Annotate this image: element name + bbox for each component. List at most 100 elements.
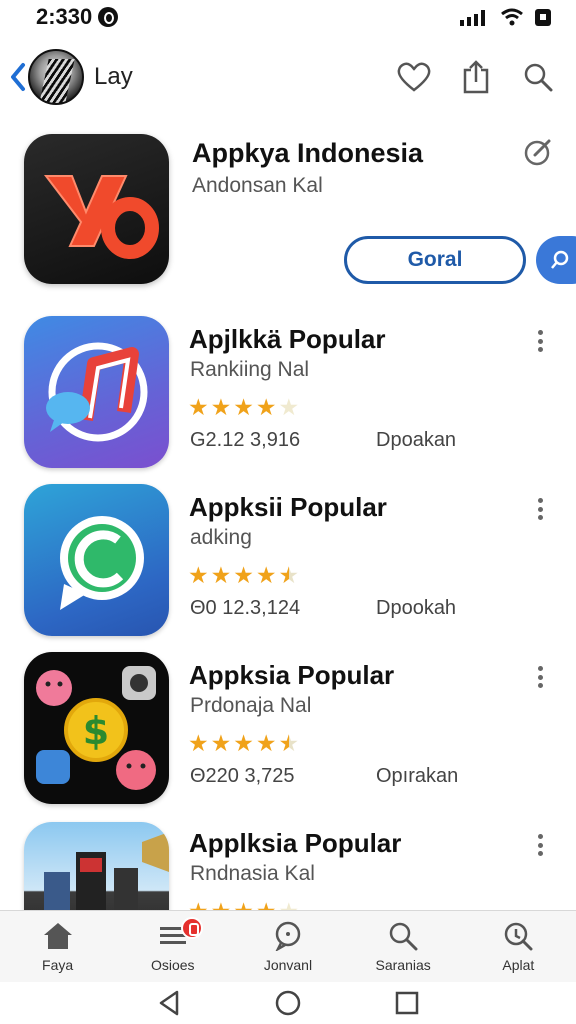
nav-item-zoom[interactable]: Aplat <box>468 921 568 973</box>
app-icon[interactable] <box>24 484 169 636</box>
search-icon <box>524 63 553 92</box>
star-icon: ★ <box>210 730 232 756</box>
app-title: Appksii Popular <box>189 492 387 522</box>
get-button[interactable]: Goral <box>344 236 526 284</box>
search-button[interactable] <box>520 59 556 95</box>
nav-label: Aplat <box>502 957 535 973</box>
star-icon: ★ <box>255 730 277 756</box>
bottom-nav: Faya Osioes Jonvanl Saranias Aplat <box>0 910 576 982</box>
app-action-label[interactable]: Dpookah <box>376 597 456 620</box>
app-icon[interactable]: $ <box>24 652 169 804</box>
star-icon: ★ <box>188 394 209 420</box>
home-icon <box>43 923 72 949</box>
star-icon: ★ <box>211 900 232 911</box>
star-icon: ★ <box>233 394 254 420</box>
search-pill-button[interactable] <box>536 236 576 284</box>
app-subtitle: Rankiing Nal <box>190 358 310 381</box>
wifi-icon <box>501 8 523 26</box>
list-item[interactable]: Applksia Popular Rndnasia Kal ★★★★★ <box>0 820 576 910</box>
star-icon: ★ <box>255 562 277 588</box>
app-subtitle: adking <box>190 526 252 549</box>
app-icon[interactable] <box>24 316 169 468</box>
search-icon <box>389 922 418 951</box>
star-icon: ★ <box>233 562 254 588</box>
star-icon: ★ <box>255 394 277 420</box>
edit-button[interactable] <box>522 136 554 168</box>
nav-label: Faya <box>42 957 74 973</box>
triangle-back-icon <box>160 990 179 1016</box>
app-action-label[interactable]: Opırakan <box>376 765 458 788</box>
nav-label: Osioes <box>150 957 195 973</box>
app-action-label[interactable]: Dpoakan <box>376 429 456 452</box>
nav-label: Jonvanl <box>263 957 313 973</box>
compass-icon <box>524 139 551 166</box>
app-title: Apjlkkä Popular <box>189 324 386 354</box>
favorite-button[interactable] <box>396 59 432 95</box>
list-item[interactable]: Apjlkkä Popular Rankiing Nal ★ ★ ★ ★ ★ G2.12… <box>0 316 576 476</box>
star-icon: ★ <box>256 900 277 911</box>
notification-badge <box>180 917 203 939</box>
star-icon: ★ <box>188 730 209 756</box>
top-bar: Lay <box>0 42 576 112</box>
nav-item-list[interactable]: Osioes <box>123 917 223 973</box>
back-button[interactable] <box>10 57 28 97</box>
emoji-money-icon: $ <box>36 666 156 790</box>
star-rating: ★★★★★ <box>188 900 300 911</box>
system-back-button[interactable] <box>149 983 189 1023</box>
top-actions <box>396 59 556 95</box>
share-button[interactable] <box>458 59 494 95</box>
more-options-button[interactable] <box>530 832 550 858</box>
system-home-button[interactable] <box>268 983 308 1023</box>
app-subtitle: Prdonaja Nal <box>190 694 312 717</box>
star-icon: ★ <box>278 394 300 420</box>
star-icon: ★ <box>278 730 300 756</box>
star-rating: ★★★★★ <box>188 732 299 755</box>
nav-item-search[interactable]: Saranias <box>353 921 453 973</box>
app-download-count: Θ0 12.3,124 <box>190 597 301 619</box>
square-recents-icon <box>395 991 418 1015</box>
share-icon <box>463 60 489 94</box>
heart-icon <box>397 62 431 92</box>
page-title: Lay <box>94 63 133 90</box>
star-icon: ★ <box>188 900 209 911</box>
status-bar: 2:330 <box>0 0 576 34</box>
nav-item-home[interactable]: Faya <box>8 921 108 973</box>
featured-app-title: Appkya Indonesia <box>192 138 424 168</box>
nav-label: Saranias <box>375 957 431 973</box>
app-download-count: G2.12 3,916 <box>190 429 301 451</box>
list-item[interactable]: $ Appksia Popular Prdonaja Nal ★ ★ ★ ★ ★ Θ22… <box>0 652 576 812</box>
circle-home-icon <box>275 990 301 1016</box>
star-icon: ★ <box>210 394 232 420</box>
nav-item-chat[interactable]: Jonvanl <box>238 921 338 973</box>
status-time: 2:330 <box>36 4 119 30</box>
app-subtitle: Rndnasia Kal <box>190 862 315 885</box>
star-icon: ★ <box>210 562 232 588</box>
star-icon: ★ <box>233 900 254 911</box>
svg-text:$: $ <box>83 709 109 753</box>
battery-icon <box>535 9 551 26</box>
system-recents-button[interactable] <box>387 983 427 1023</box>
notification-icon <box>98 7 119 27</box>
star-icon: ★ <box>188 562 209 588</box>
star-icon: ★ <box>279 900 300 911</box>
star-rating: ★★★★★ <box>188 396 299 419</box>
more-options-button[interactable] <box>530 664 550 690</box>
status-icons <box>460 7 552 27</box>
list-item[interactable]: Appksii Popular adking ★ ★ ★ ★ ★ Θ0 12.3,124… <box>0 484 576 644</box>
chat-icon <box>275 921 301 951</box>
app-title: Applksia Popular <box>189 828 402 858</box>
featured-app[interactable]: Appkya Indonesia Andonsan Kal Goral <box>0 130 576 295</box>
yo-logo-icon <box>43 175 159 259</box>
search-icon <box>551 250 569 269</box>
featured-app-subtitle: Andonsan Kal <box>192 174 323 197</box>
more-options-button[interactable] <box>530 328 550 354</box>
app-icon[interactable] <box>24 822 169 910</box>
status-time-text: 2:330 <box>36 4 93 29</box>
avatar[interactable] <box>28 49 84 105</box>
featured-app-icon[interactable] <box>24 134 169 284</box>
app-title: Appksia Popular <box>189 660 395 690</box>
star-icon: ★ <box>233 730 254 756</box>
signal-icon <box>460 10 485 26</box>
more-options-button[interactable] <box>530 496 550 522</box>
star-rating: ★★★★★ <box>188 564 299 587</box>
